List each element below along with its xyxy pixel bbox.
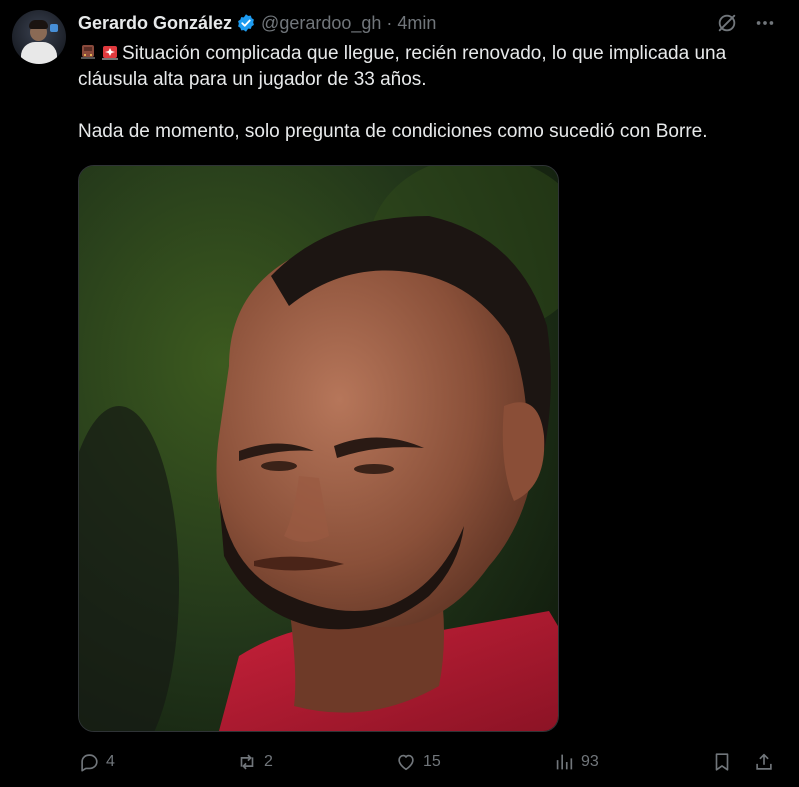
views-button[interactable]: 93: [553, 745, 599, 779]
tweet-time[interactable]: 4min: [397, 13, 436, 34]
repost-button[interactable]: 2: [236, 745, 273, 779]
avatar-shirt: [21, 42, 57, 64]
avatar-light: [50, 24, 58, 32]
reply-count: 4: [106, 753, 115, 770]
author-name[interactable]: Gerardo González: [78, 13, 232, 34]
tweet-photo[interactable]: [78, 165, 559, 732]
siren-emoji-icon: [102, 46, 118, 60]
author-handle[interactable]: @gerardoo_gh: [261, 13, 381, 34]
reply-button[interactable]: 4: [78, 745, 115, 779]
more-icon[interactable]: [753, 12, 777, 34]
tweet-paragraph-2: Nada de momento, solo pregunta de condic…: [78, 119, 778, 145]
tweet-text: Situación complicada que llegue, recién …: [78, 41, 778, 145]
repost-count: 2: [264, 753, 273, 770]
views-icon: [556, 754, 573, 770]
verified-badge-icon: [238, 14, 254, 32]
tweet-actions: 4 2 15 93: [0, 745, 799, 779]
tweet-header: Gerardo González @gerardoo_gh · 4min: [78, 11, 436, 35]
views-count: 93: [581, 753, 599, 770]
separator-dot: ·: [386, 12, 393, 33]
like-icon: [398, 754, 414, 771]
grok-icon[interactable]: [716, 12, 738, 34]
bookmark-icon: [715, 753, 729, 771]
tweet-line-1: Situación complicada que llegue, recién …: [78, 43, 727, 90]
reply-icon: [81, 754, 98, 772]
avatar[interactable]: [12, 10, 66, 64]
player-portrait: [79, 166, 558, 731]
share-icon: [756, 753, 772, 770]
tweet-paragraph-1: Situación complicada que llegue, recién …: [78, 41, 778, 93]
avatar-hair: [29, 20, 48, 29]
like-count: 15: [423, 753, 441, 770]
like-button[interactable]: 15: [395, 745, 441, 779]
train-emoji-icon: [81, 45, 95, 59]
repost-icon: [240, 754, 254, 770]
bookmark-button[interactable]: [711, 745, 739, 779]
share-button[interactable]: [753, 745, 781, 779]
tweet-line-2: Nada de momento, solo pregunta de condic…: [78, 121, 708, 142]
